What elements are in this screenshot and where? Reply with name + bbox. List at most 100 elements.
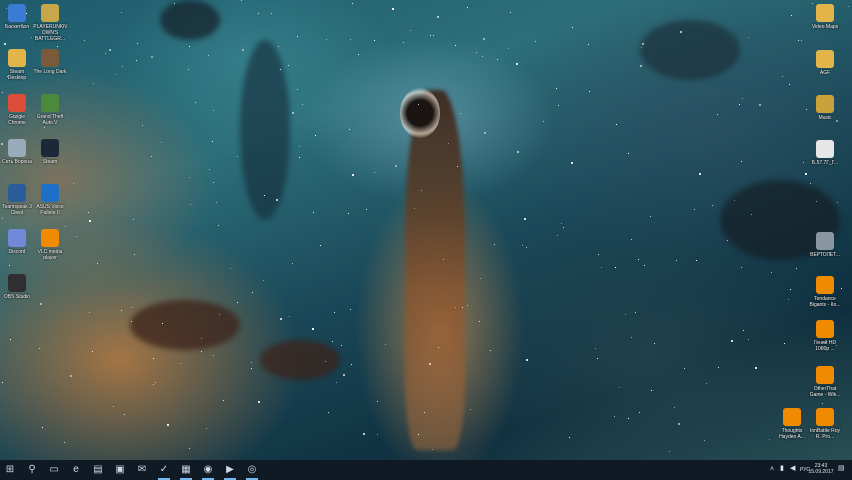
desktop-icon[interactable]: InnBattle Roy R. Pro...	[808, 408, 842, 440]
nebula-cloud	[160, 0, 220, 40]
network-icon[interactable]: ▮	[780, 465, 784, 472]
star	[782, 76, 783, 77]
desktop-icon[interactable]: Steam Desktop	[0, 49, 34, 81]
star	[619, 387, 620, 388]
star	[385, 344, 386, 345]
taskbar-store-button[interactable]: ▣	[112, 462, 128, 478]
star	[189, 448, 190, 449]
star	[155, 382, 156, 383]
star	[136, 60, 137, 61]
desktop-icon[interactable]: Баскетбол	[0, 4, 34, 30]
star	[201, 351, 202, 352]
star	[654, 343, 655, 344]
taskbar-photoshop-button[interactable]: ✓	[156, 462, 172, 480]
desktop-icon[interactable]: Google Chrome	[0, 94, 34, 126]
star	[651, 390, 652, 391]
star	[113, 406, 114, 407]
desktop-icon[interactable]: Гений HD 1080p ...	[808, 320, 842, 352]
star	[97, 263, 98, 264]
star	[644, 265, 645, 266]
chrome-icon: ◎	[247, 464, 257, 475]
desktop-icon[interactable]: The Long Dark	[33, 49, 67, 75]
desktop-icon[interactable]: Сеть Ворона	[0, 139, 34, 165]
taskbar-task-view-button[interactable]: ▭	[46, 462, 62, 478]
star	[704, 440, 705, 441]
star	[421, 190, 422, 191]
desktop-icon[interactable]: Discord	[0, 229, 34, 255]
volume-icon[interactable]: ◀	[790, 465, 795, 472]
star	[366, 209, 367, 210]
star	[167, 424, 169, 426]
star	[806, 109, 807, 110]
desktop-icon[interactable]: Steam	[33, 139, 67, 165]
tray-chevron-icon[interactable]: ˄	[770, 466, 774, 473]
star	[727, 240, 728, 241]
star	[188, 69, 189, 70]
star	[302, 104, 303, 105]
star	[424, 412, 425, 413]
star	[805, 173, 807, 175]
star	[769, 439, 770, 440]
star	[731, 340, 733, 342]
taskbar-chrome-button[interactable]: ◎	[244, 462, 260, 480]
star	[349, 129, 350, 130]
desktop-icon[interactable]: ВЕРТОЛЕТ...	[808, 232, 842, 258]
obs-icon	[8, 274, 26, 292]
star	[526, 247, 527, 248]
star	[348, 213, 349, 214]
star	[4, 43, 6, 45]
star	[455, 45, 456, 46]
desktop-icon[interactable]: PLAYERUNKNOWN'S BATTLEGR...	[33, 4, 67, 42]
file-explorer-icon: ▤	[93, 464, 103, 475]
taskbar-app-button[interactable]: ▦	[178, 462, 194, 480]
star	[433, 35, 434, 36]
taskbar-steam-button[interactable]: ◉	[200, 462, 216, 480]
desktop-icon[interactable]: Б.57.7Г_Г...	[808, 140, 842, 166]
star	[180, 363, 181, 364]
star	[151, 156, 152, 157]
star	[635, 312, 636, 313]
desktop-icon-label: Google Chrome	[8, 114, 26, 126]
desktop-icon[interactable]: AGF	[808, 50, 842, 76]
desktop-icon[interactable]: Teamspeak 3 Client	[0, 184, 34, 216]
star	[237, 156, 238, 157]
star	[276, 199, 278, 201]
star	[9, 265, 10, 266]
action-center-icon[interactable]: ▤	[838, 465, 845, 472]
star	[848, 6, 849, 7]
star	[131, 307, 132, 308]
clock[interactable]: 23:43 15.09.2017	[808, 463, 834, 475]
desktop-icon[interactable]: OtherThat Game - Wik...	[808, 366, 842, 398]
star	[482, 56, 483, 57]
star	[706, 383, 707, 384]
star	[640, 65, 642, 67]
desktop-icon[interactable]: OBS Studio	[0, 274, 34, 300]
desktop-icon-label: Б.57.7Г_Г...	[811, 160, 839, 166]
desktop-icon[interactable]: Thoughts Hayden A...	[775, 408, 809, 440]
star	[336, 382, 337, 383]
taskbar-search-button[interactable]: ⚲	[24, 462, 40, 478]
taskbar-tv-button[interactable]: ▶	[222, 462, 238, 480]
star	[134, 254, 135, 255]
desktop-icon[interactable]: ASUS Voice Pallete II	[33, 184, 67, 216]
pubg-icon	[41, 4, 59, 22]
star	[696, 260, 697, 261]
desktop-icon-label: Video Maps	[811, 24, 839, 30]
desktop-icon[interactable]: Grand Theft Auto V	[33, 94, 67, 126]
desktop-icon[interactable]: Music	[808, 95, 842, 121]
desktop-icon[interactable]: Tendance Bigants - Ко...	[808, 276, 842, 308]
desktop-icon[interactable]: Video Maps	[808, 4, 842, 30]
star	[297, 36, 298, 37]
star	[588, 44, 589, 45]
start-button[interactable]: ⊞	[2, 462, 18, 478]
desktop-icon[interactable]: VLC media player	[33, 229, 67, 261]
star	[328, 412, 329, 413]
star	[616, 124, 617, 125]
star	[741, 267, 742, 268]
star	[771, 272, 772, 273]
taskbar-mail-button[interactable]: ✉	[134, 462, 150, 478]
vlc-icon	[41, 229, 59, 247]
star	[631, 239, 632, 240]
taskbar-edge-button[interactable]: e	[68, 462, 84, 478]
taskbar-file-explorer-button[interactable]: ▤	[90, 462, 106, 478]
